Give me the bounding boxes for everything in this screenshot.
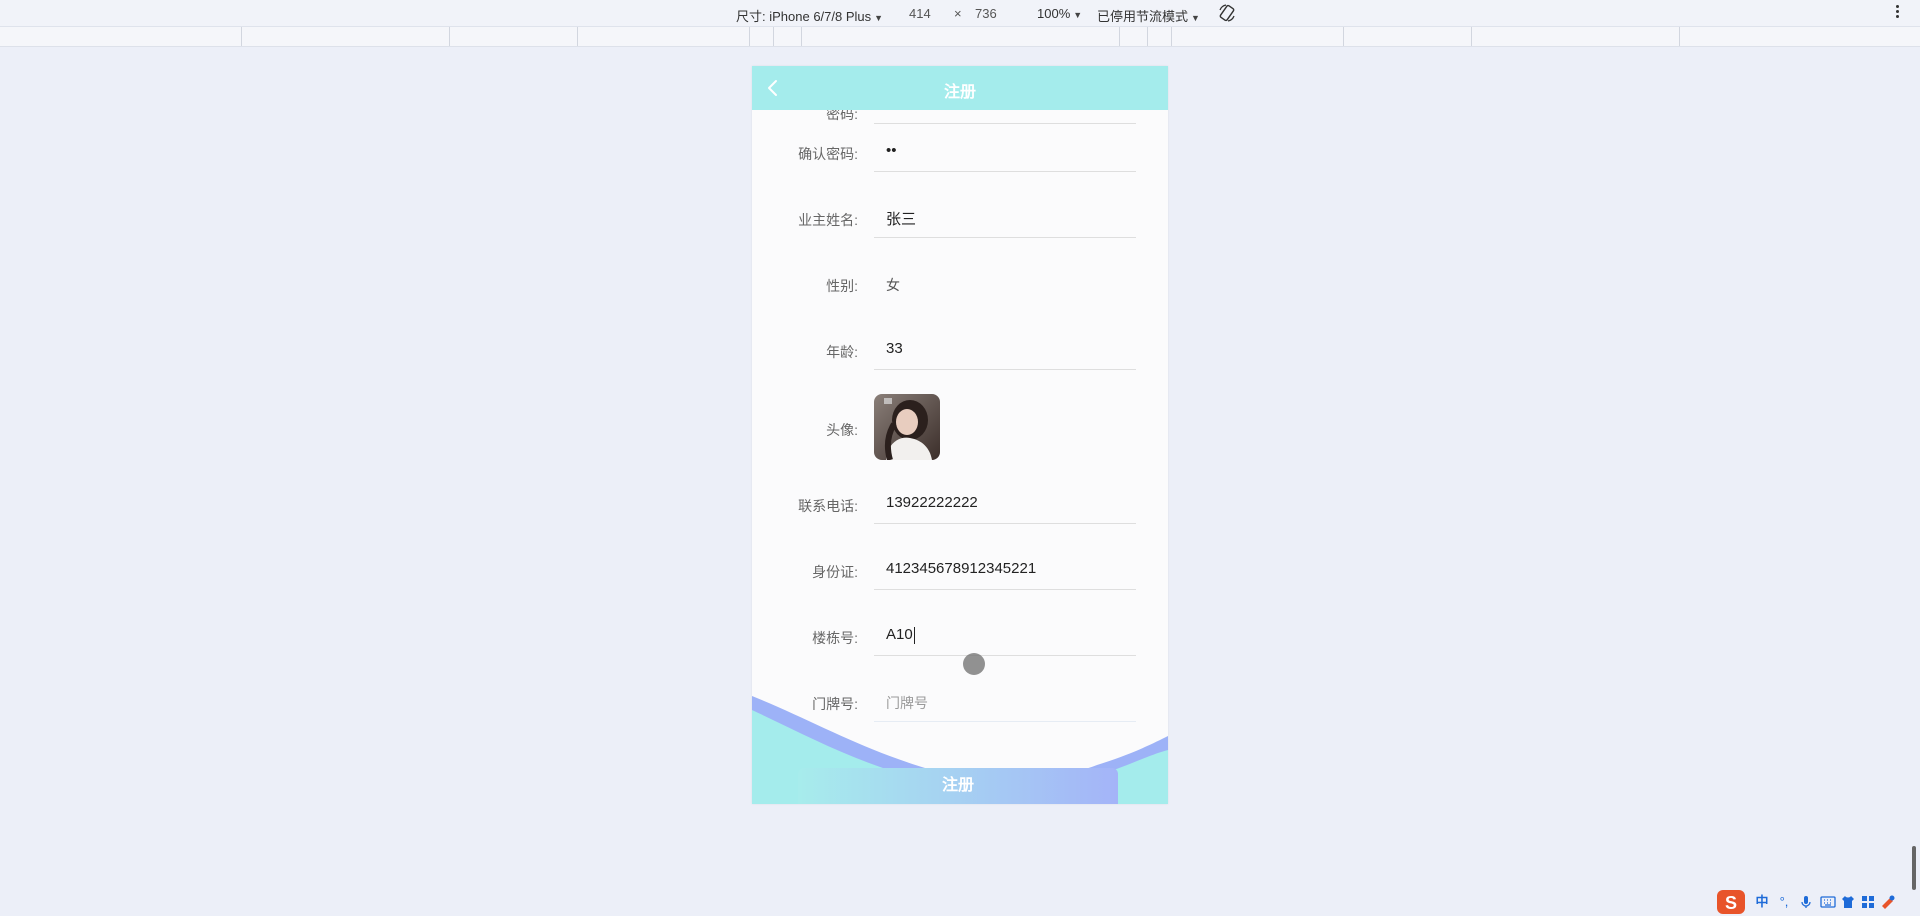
device-select[interactable]: 尺寸: iPhone 6/7/8 Plus ▼: [736, 6, 883, 25]
form-row-gender: 性别: 女: [752, 264, 1168, 330]
zoom-label: 100%: [1037, 6, 1071, 21]
room-input[interactable]: 门牌号: [874, 682, 1136, 722]
svg-text:S: S: [1725, 893, 1737, 913]
field-value: 33: [886, 340, 903, 357]
ruler-segment[interactable]: [749, 27, 750, 46]
form-row-room: 门牌号: 门牌号: [752, 682, 1168, 748]
password-input[interactable]: [874, 110, 1136, 124]
register-button[interactable]: 注册: [798, 768, 1118, 804]
viewport-width-input[interactable]: 414: [909, 6, 931, 21]
form-row-building: 楼栋号: A10: [752, 616, 1168, 682]
field-value: ••: [886, 142, 897, 159]
throttle-select[interactable]: 已停用节流模式 ▼: [1097, 6, 1200, 25]
chevron-down-icon: ▼: [1073, 10, 1083, 20]
device-size-label: 尺寸: iPhone 6/7/8 Plus: [736, 9, 872, 24]
field-label: 门牌号:: [812, 696, 858, 712]
form-row-confirm-password: 确认密码: ••: [752, 132, 1168, 198]
ruler-segment[interactable]: [1147, 27, 1148, 46]
zoom-select[interactable]: 100% ▼: [1037, 6, 1082, 21]
header-bar: 注册: [752, 66, 1168, 110]
field-value: 张三: [886, 211, 917, 228]
field-placeholder: 门牌号: [886, 695, 928, 711]
form-row-avatar: 头像:: [752, 394, 1168, 464]
field-label: 身份证:: [812, 564, 858, 580]
touch-cursor: [963, 653, 985, 675]
ruler-segment[interactable]: [1171, 27, 1172, 46]
more-tools-icon[interactable]: [1880, 894, 1896, 910]
field-value: 13922222222: [886, 494, 978, 511]
chevron-down-icon: ▼: [874, 13, 884, 23]
field-label: 头像:: [826, 422, 858, 438]
viewport-height-input[interactable]: 736: [975, 6, 997, 21]
field-value: 412345678912345221: [886, 560, 1037, 577]
building-input[interactable]: A10: [874, 616, 1136, 656]
field-value: 女: [886, 277, 900, 293]
field-label: 年龄:: [826, 344, 858, 360]
media-query-ruler: [0, 27, 1920, 47]
chevron-down-icon: ▼: [1191, 13, 1200, 23]
page-title: 注册: [943, 84, 976, 101]
form-row-phone: 联系电话: 13922222222: [752, 484, 1168, 550]
sogou-ime-logo-icon[interactable]: S: [1716, 888, 1748, 916]
field-label: 联系电话:: [798, 498, 858, 514]
phone-input[interactable]: 13922222222: [874, 484, 1136, 524]
field-label: 密码:: [826, 110, 858, 122]
throttle-label: 已停用节流模式: [1097, 9, 1189, 24]
form-row-age: 年龄: 33: [752, 330, 1168, 396]
field-value: A10: [886, 626, 913, 643]
text-cursor: [913, 626, 915, 644]
field-label: 性别:: [826, 278, 858, 294]
avatar-upload[interactable]: [874, 394, 940, 460]
field-label: 业主姓名:: [798, 212, 858, 228]
ruler-segment[interactable]: [1679, 27, 1680, 46]
toolbox-grid-icon[interactable]: [1860, 894, 1876, 910]
register-form: 密码: 确认密码: •• 业主姓名: 张三 性别: 女 年龄: 33 头像: 联…: [752, 110, 1168, 804]
ruler-segment[interactable]: [241, 27, 242, 46]
field-value-wrap: A10: [886, 626, 915, 644]
form-row-id-card: 身份证: 412345678912345221: [752, 550, 1168, 616]
ruler-segment[interactable]: [449, 27, 450, 46]
rotate-icon[interactable]: [1217, 3, 1237, 23]
age-input[interactable]: 33: [874, 330, 1136, 370]
id-card-input[interactable]: 412345678912345221: [874, 550, 1136, 590]
confirm-password-input[interactable]: ••: [874, 132, 1136, 172]
field-label: 楼栋号:: [812, 630, 858, 646]
ruler-segment[interactable]: [1119, 27, 1120, 46]
gender-select[interactable]: 女: [874, 264, 1136, 304]
ime-toolbar: S 中 °,: [1716, 888, 1920, 916]
ruler-segment[interactable]: [1471, 27, 1472, 46]
ruler-segment[interactable]: [577, 27, 578, 46]
device-viewport: 注册 密码: 确认密码: •• 业主姓名: 张三 性别: 女 年龄: 33 头像…: [752, 66, 1168, 804]
avatar-image: [874, 394, 940, 460]
times-sign: ×: [954, 6, 962, 21]
form-row-owner-name: 业主姓名: 张三: [752, 198, 1168, 264]
owner-name-input[interactable]: 张三: [874, 198, 1136, 238]
microphone-icon[interactable]: [1798, 894, 1814, 910]
ruler-segment[interactable]: [801, 27, 802, 46]
ime-mode-toggle[interactable]: 中: [1754, 894, 1770, 910]
device-toolbar: 尺寸: iPhone 6/7/8 Plus ▼ 414 × 736 100% ▼ 已…: [0, 0, 1920, 27]
ruler-segment[interactable]: [773, 27, 774, 46]
keyboard-icon[interactable]: [1820, 894, 1836, 910]
ruler-segment[interactable]: [1343, 27, 1344, 46]
skin-shirt-icon[interactable]: [1840, 894, 1856, 910]
scrollbar[interactable]: [1912, 846, 1916, 890]
punctuation-toggle[interactable]: °,: [1776, 894, 1792, 910]
more-options-icon[interactable]: [1893, 4, 1901, 22]
field-label: 确认密码:: [798, 146, 858, 162]
